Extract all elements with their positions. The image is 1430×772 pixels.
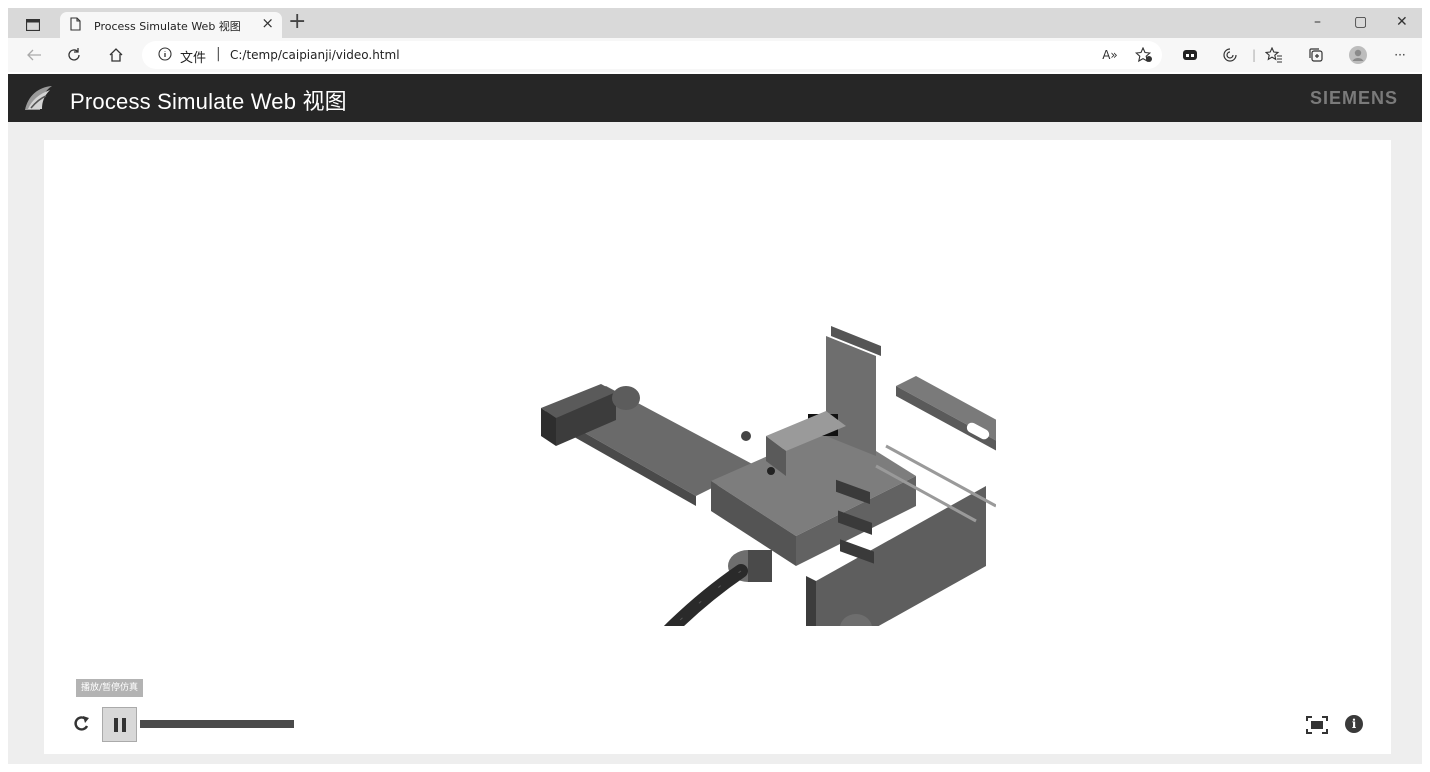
url-text[interactable]: C:/temp/caipianji/video.html bbox=[230, 48, 400, 62]
pause-icon bbox=[113, 717, 126, 732]
browser-toolbar: 文件 | C:/temp/caipianji/video.html A» | ·… bbox=[8, 38, 1422, 72]
site-info-icon[interactable] bbox=[158, 47, 172, 64]
new-tab-button[interactable]: + bbox=[288, 10, 306, 34]
copilot-icon[interactable] bbox=[1218, 44, 1242, 66]
restore-icon[interactable]: ▢ bbox=[1354, 14, 1367, 30]
process-simulate-logo-icon bbox=[22, 82, 56, 114]
profile-icon[interactable] bbox=[1346, 44, 1370, 66]
back-icon[interactable] bbox=[22, 44, 46, 66]
extension-icon[interactable] bbox=[1178, 44, 1202, 66]
simulation-progress-bar[interactable] bbox=[140, 720, 294, 728]
site-info-label[interactable]: 文件 bbox=[180, 47, 206, 66]
3d-model-render[interactable] bbox=[496, 316, 1026, 757]
replay-icon[interactable] bbox=[72, 714, 92, 734]
close-tab-icon[interactable]: × bbox=[261, 14, 274, 32]
browser-tab[interactable]: Process Simulate Web 视图 × bbox=[60, 12, 282, 38]
address-bar[interactable]: 文件 | C:/temp/caipianji/video.html bbox=[142, 41, 1162, 69]
simulation-progress-fill bbox=[140, 720, 294, 728]
refresh-icon[interactable] bbox=[62, 44, 86, 66]
app-header: Process Simulate Web 视图 SIEMENS bbox=[8, 74, 1422, 122]
address-separator: | bbox=[216, 46, 221, 62]
tab-actions-icon[interactable] bbox=[20, 15, 46, 35]
3d-viewer[interactable]: 播放/暂停仿真 i bbox=[44, 140, 1391, 757]
more-icon[interactable]: ··· bbox=[1388, 44, 1412, 66]
page-icon bbox=[70, 17, 81, 34]
play-pause-tooltip: 播放/暂停仿真 bbox=[76, 679, 144, 697]
browser-tab-strip: Process Simulate Web 视图 × + – ▢ ✕ bbox=[8, 8, 1422, 38]
home-icon[interactable] bbox=[104, 44, 128, 66]
minimize-icon[interactable]: – bbox=[1314, 14, 1321, 30]
favorites-icon[interactable] bbox=[1262, 44, 1286, 66]
collections-icon[interactable] bbox=[1304, 44, 1328, 66]
close-window-icon[interactable]: ✕ bbox=[1396, 14, 1408, 30]
tab-title: Process Simulate Web 视图 bbox=[94, 20, 241, 33]
play-pause-button[interactable] bbox=[102, 707, 137, 742]
add-favorite-icon[interactable] bbox=[1132, 44, 1156, 66]
app-title: Process Simulate Web 视图 bbox=[70, 89, 347, 114]
info-icon[interactable]: i bbox=[1345, 715, 1363, 733]
fit-view-icon[interactable] bbox=[1306, 716, 1328, 734]
siemens-logo: SIEMENS bbox=[1309, 88, 1398, 108]
read-aloud-icon[interactable]: A» bbox=[1098, 44, 1122, 66]
